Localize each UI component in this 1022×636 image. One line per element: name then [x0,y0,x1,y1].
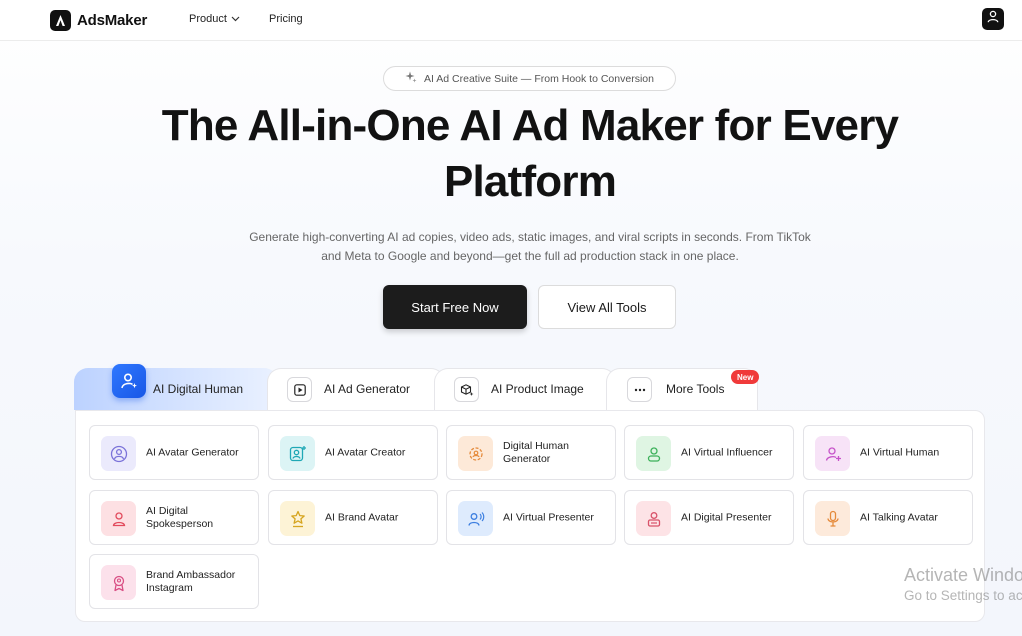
nav-product-label: Product [189,13,227,25]
user-icon [987,10,999,28]
tools-panel: AI Avatar Generator AI Avatar Creator Di… [75,410,985,622]
tool-card-ai-virtual-human[interactable]: AI Virtual Human [803,425,973,480]
watermark-subtitle: Go to Settings to activate Windows. [904,588,1022,603]
hero-subtitle-line-1: Generate high-converting AI ad copies, v… [249,230,811,244]
tool-card-label: Brand Ambassador Instagram [146,568,236,594]
avatar-plus-icon [280,436,315,471]
tool-card-label: AI Brand Avatar [325,511,399,523]
tool-card-ai-avatar-creator[interactable]: AI Avatar Creator [268,425,438,480]
tool-card-label: AI Digital Presenter [681,511,772,523]
gear-user-icon [458,436,493,471]
tool-card-digital-human-generator[interactable]: Digital Human Generator [446,425,616,480]
tool-card-label: AI Digital Spokesperson [146,504,214,530]
hero-subtitle: Generate high-converting AI ad copies, v… [230,228,830,266]
chevron-down-icon [231,13,240,25]
watermark-title: Activate Windows [904,565,1022,585]
tool-card-label: AI Virtual Influencer [681,446,773,458]
tool-card-ai-virtual-influencer[interactable]: AI Virtual Influencer [624,425,794,480]
hero-title: The All-in-One AI Ad Maker for Every Pla… [100,98,960,210]
star-user-icon [280,501,315,536]
tab-label: AI Digital Human [153,382,244,396]
tab-ai-ad-generator[interactable]: AI Ad Generator [267,368,445,410]
tool-card-brand-ambassador-instagram[interactable]: Brand Ambassador Instagram [89,554,259,609]
tool-card-ai-brand-avatar[interactable]: AI Brand Avatar [268,490,438,545]
play-icon [287,377,312,402]
influencer-icon [636,436,671,471]
tool-card-label: AI Virtual Presenter [503,511,594,523]
nav-product[interactable]: Product [189,13,240,25]
sparkle-icon [405,71,417,86]
hero-tagline-pill: AI Ad Creative Suite — From Hook to Conv… [383,66,676,91]
tool-card-label: AI Avatar Generator [146,446,239,458]
virtual-human-icon [815,436,850,471]
spokesperson-icon [101,501,136,536]
brand-logo[interactable]: AdsMaker [50,9,147,31]
hero-tagline-text: AI Ad Creative Suite — From Hook to Conv… [424,72,654,85]
brand-name: AdsMaker [77,11,148,29]
tab-ai-digital-human[interactable]: AI Digital Human [74,368,278,410]
user-account-button[interactable] [982,8,1004,30]
hero-title-line-1: The All-in-One AI Ad Maker for Every [161,101,899,150]
tool-card-label: AI Talking Avatar [860,511,938,523]
tool-card-ai-talking-avatar[interactable]: AI Talking Avatar [803,490,973,545]
tool-card-ai-digital-spokesperson[interactable]: AI Digital Spokesperson [89,490,259,545]
activate-windows-watermark: Activate Windows Go to Settings to activ… [904,564,1022,606]
tool-card-label: AI Avatar Creator [325,446,406,458]
box-sparkle-icon [454,377,479,402]
microphone-icon [815,501,850,536]
new-badge: New [731,370,760,384]
presenter-icon [458,501,493,536]
tab-label: AI Ad Generator [324,382,411,396]
tool-card-ai-virtual-presenter[interactable]: AI Virtual Presenter [446,490,616,545]
tool-card-ai-digital-presenter[interactable]: AI Digital Presenter [624,490,794,545]
more-dots-icon [627,377,652,402]
nav-pricing-label: Pricing [269,13,303,25]
start-free-button[interactable]: Start Free Now [383,285,527,329]
hero-title-line-2: Platform [443,157,617,206]
digital-human-icon [112,364,146,398]
tab-label: More Tools [666,382,725,396]
digital-presenter-icon [636,501,671,536]
avatar-circle-icon [101,436,136,471]
tool-card-ai-avatar-generator[interactable]: AI Avatar Generator [89,425,259,480]
ambassador-icon [101,565,136,600]
nav-pricing[interactable]: Pricing [269,13,303,25]
tab-ai-product-image[interactable]: AI Product Image [434,368,616,410]
top-navbar: AdsMaker Product Pricing [0,0,1022,41]
tool-card-label: AI Virtual Human [860,446,940,458]
hero-subtitle-line-2: and Meta to Google and beyond—get the fu… [321,249,739,263]
tool-card-label: Digital Human Generator [503,439,569,465]
brand-logo-icon [50,9,71,31]
view-all-tools-button[interactable]: View All Tools [538,285,676,329]
tab-label: AI Product Image [491,382,584,396]
